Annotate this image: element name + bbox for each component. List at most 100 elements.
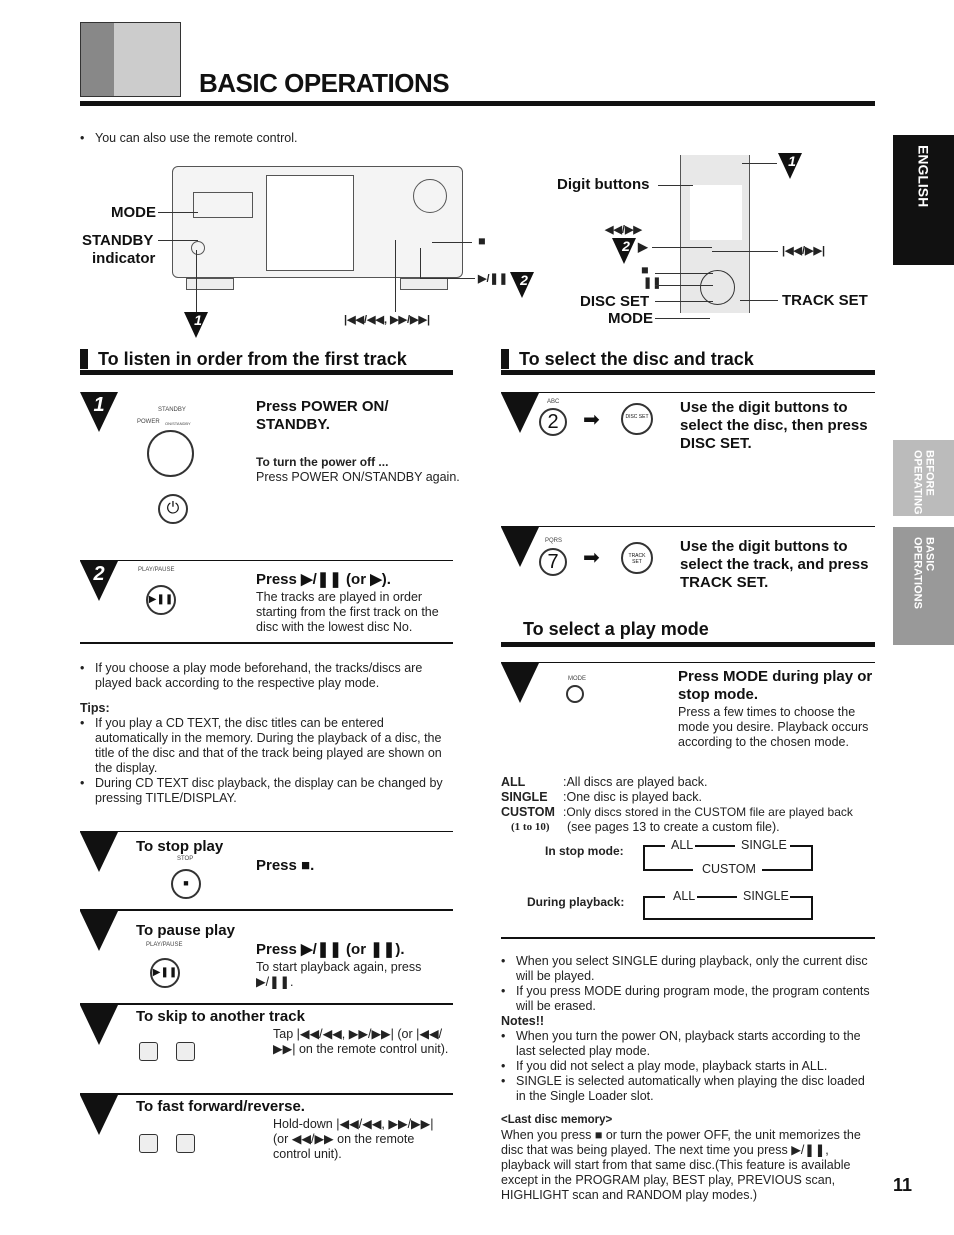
play-mode-bullet: If you choose a play mode beforehand, th… [80,661,450,691]
note-item: When you turn the power ON, playback sta… [501,1029,876,1059]
step-2-heading: Press ▶/❚❚ (or ▶). [256,571,391,588]
stop-title: To stop play [136,838,224,855]
indicator-label: indicator [92,250,156,267]
step-1-text: Press POWER ON/STANDBY again. [256,470,460,484]
mode-name: ALL [501,775,526,789]
mode-list: ALL :All discs are played back. SINGLE :On… [501,775,881,835]
stop-mode-label: In stop mode: [545,844,624,858]
ff-marker [80,1095,118,1135]
tab-basic-label: BASIC OPERATIONS [911,537,936,609]
skip-text: Tap |◀◀/◀◀, ▶▶/▶▶| (or |◀◀/ ▶▶| on the r… [273,1027,449,1056]
playback-all: ALL [673,889,696,903]
standby-tiny-label: STANDBY [158,407,186,413]
search-symbol: ◀◀/▶▶ [605,224,642,236]
notes-label: Notes!! [501,1014,545,1028]
standby-label: STANDBY [82,232,154,249]
power-tiny-label: POWER [137,419,160,425]
playmode-marker [501,663,539,703]
step-1-marker: 1 [80,392,118,432]
fast-forward-button-illustration [176,1134,195,1153]
ff-text: Hold-down |◀◀/◀◀, ▶▶/▶▶| (or ◀◀/▶▶ on th… [273,1117,434,1161]
intro-bullet: You can also use the remote control. [80,131,480,146]
note-bullet: If you press MODE during program mode, t… [501,984,876,1014]
last-disc-memory-title: <Last disc memory> [501,1114,613,1126]
stop-all: ALL [671,838,694,852]
custom-note: (see pages 13 to create a custom file). [567,820,780,834]
arrow-icon: ➡ [583,547,600,569]
digit-2-button-illustration: 2 [539,408,567,436]
pause-button-illustration: ▶❚❚ [150,958,180,988]
pause-tiny-label: PLAY/PAUSE [146,942,183,948]
step-marker-1: 1 [184,312,208,338]
tips-label: Tips: [80,701,110,715]
mode-desc: :One disc is played back. [563,790,702,804]
header-logo-box [80,22,181,97]
select-section-title: To select the disc and track [501,349,754,369]
page-title: BASIC OPERATIONS [199,68,450,98]
digit-buttons-label: Digit buttons [557,176,650,193]
remote-mode-label: MODE [608,310,653,327]
stop-custom: CUSTOM [702,862,756,876]
step-1-sub: To turn the power off ... [256,455,389,469]
pqrs-tiny-label: PQRS [545,538,563,544]
stop-symbol: ■ [478,234,486,248]
digit-7-button-illustration: 7 [539,548,567,576]
skip-forward-button-illustration [176,1042,195,1061]
stop-text: Press ■. [256,857,315,874]
pause-heading: Press ▶/❚❚ (or ❚❚). [256,941,405,958]
remote-step-marker-2: 2 [612,238,636,264]
onstandby-tiny-label: ON/STANDBY [165,421,191,426]
tip-item: During CD TEXT disc playback, the displa… [80,776,452,806]
custom-range: (1 to 10) [511,821,550,833]
stop-tiny-label: STOP [177,856,194,862]
arrow-icon: ➡ [583,409,600,431]
tab-english[interactable]: ENGLISH [893,135,954,265]
pause-symbol: ❚❚ [643,277,662,289]
select-track-text: Use the digit buttons to select the trac… [680,538,869,591]
last-disc-memory-text: When you press ■ or turn the power OFF, … [501,1128,861,1202]
playback-label: During playback: [527,895,625,909]
mode-name: CUSTOM [501,805,555,819]
skip-back-button-illustration [139,1042,158,1061]
track-set-label: TRACK SET [782,292,868,309]
rewind-button-illustration [139,1134,158,1153]
note-item: If you did not select a play mode, playb… [501,1059,876,1074]
mode-name: SINGLE [501,790,548,804]
page-number: 11 [893,1175,913,1195]
tab-before-operating[interactable]: BEFORE OPERATING [893,440,954,516]
mode-desc: :Only discs stored in the CUSTOM file ar… [563,805,853,819]
listen-section-title: To listen in order from the first track [80,349,407,369]
disc-set-button-illustration: DISC SET [621,403,653,435]
pause-title: To pause play [136,922,235,939]
select-track-marker [501,527,539,567]
mode-button-illustration [566,685,584,703]
track-set-button-illustration: TRACK SET [621,542,653,574]
disc-set-label: DISC SET [580,293,650,310]
skip-marker [80,1005,118,1045]
step-2-marker: 2 [80,561,118,601]
select-disc-text: Use the digit buttons to select the disc… [680,399,868,452]
note-item: SINGLE is selected automatically when pl… [501,1074,876,1104]
header-rule [80,101,875,106]
stop-button-illustration: ■ [171,869,201,899]
stop-marker [80,832,118,872]
skip-label: |◀◀/◀◀, ▶▶/▶▶| [344,314,431,326]
power-symbol-illustration: ⏻ [158,494,188,524]
step-marker-2: 2 [510,272,534,298]
stop-single: SINGLE [741,838,787,852]
abc-tiny-label: ABC [547,399,560,405]
playmode-heading: Press MODE during play or stop mode. [678,668,873,703]
step-2-text: The tracks are played in order starting … [256,590,439,634]
tip-item: If you play a CD TEXT, the disc titles c… [80,716,452,776]
step-1-heading: Press POWER ON/ STANDBY. [256,398,389,433]
playmode-text: Press a few times to choose the mode you… [678,705,869,749]
skip-title: To skip to another track [136,1008,305,1025]
mode-tiny-label: MODE [568,676,586,682]
pause-marker [80,911,118,951]
pause-text: To start playback again, press ▶/❚❚. [256,960,422,989]
tab-basic-operations[interactable]: BASIC OPERATIONS [893,527,954,645]
mode-label: MODE [111,204,156,221]
mode-desc: :All discs are played back. [563,775,708,789]
tab-before-label: BEFORE OPERATING [911,450,936,515]
ff-title: To fast forward/reverse. [136,1098,305,1115]
